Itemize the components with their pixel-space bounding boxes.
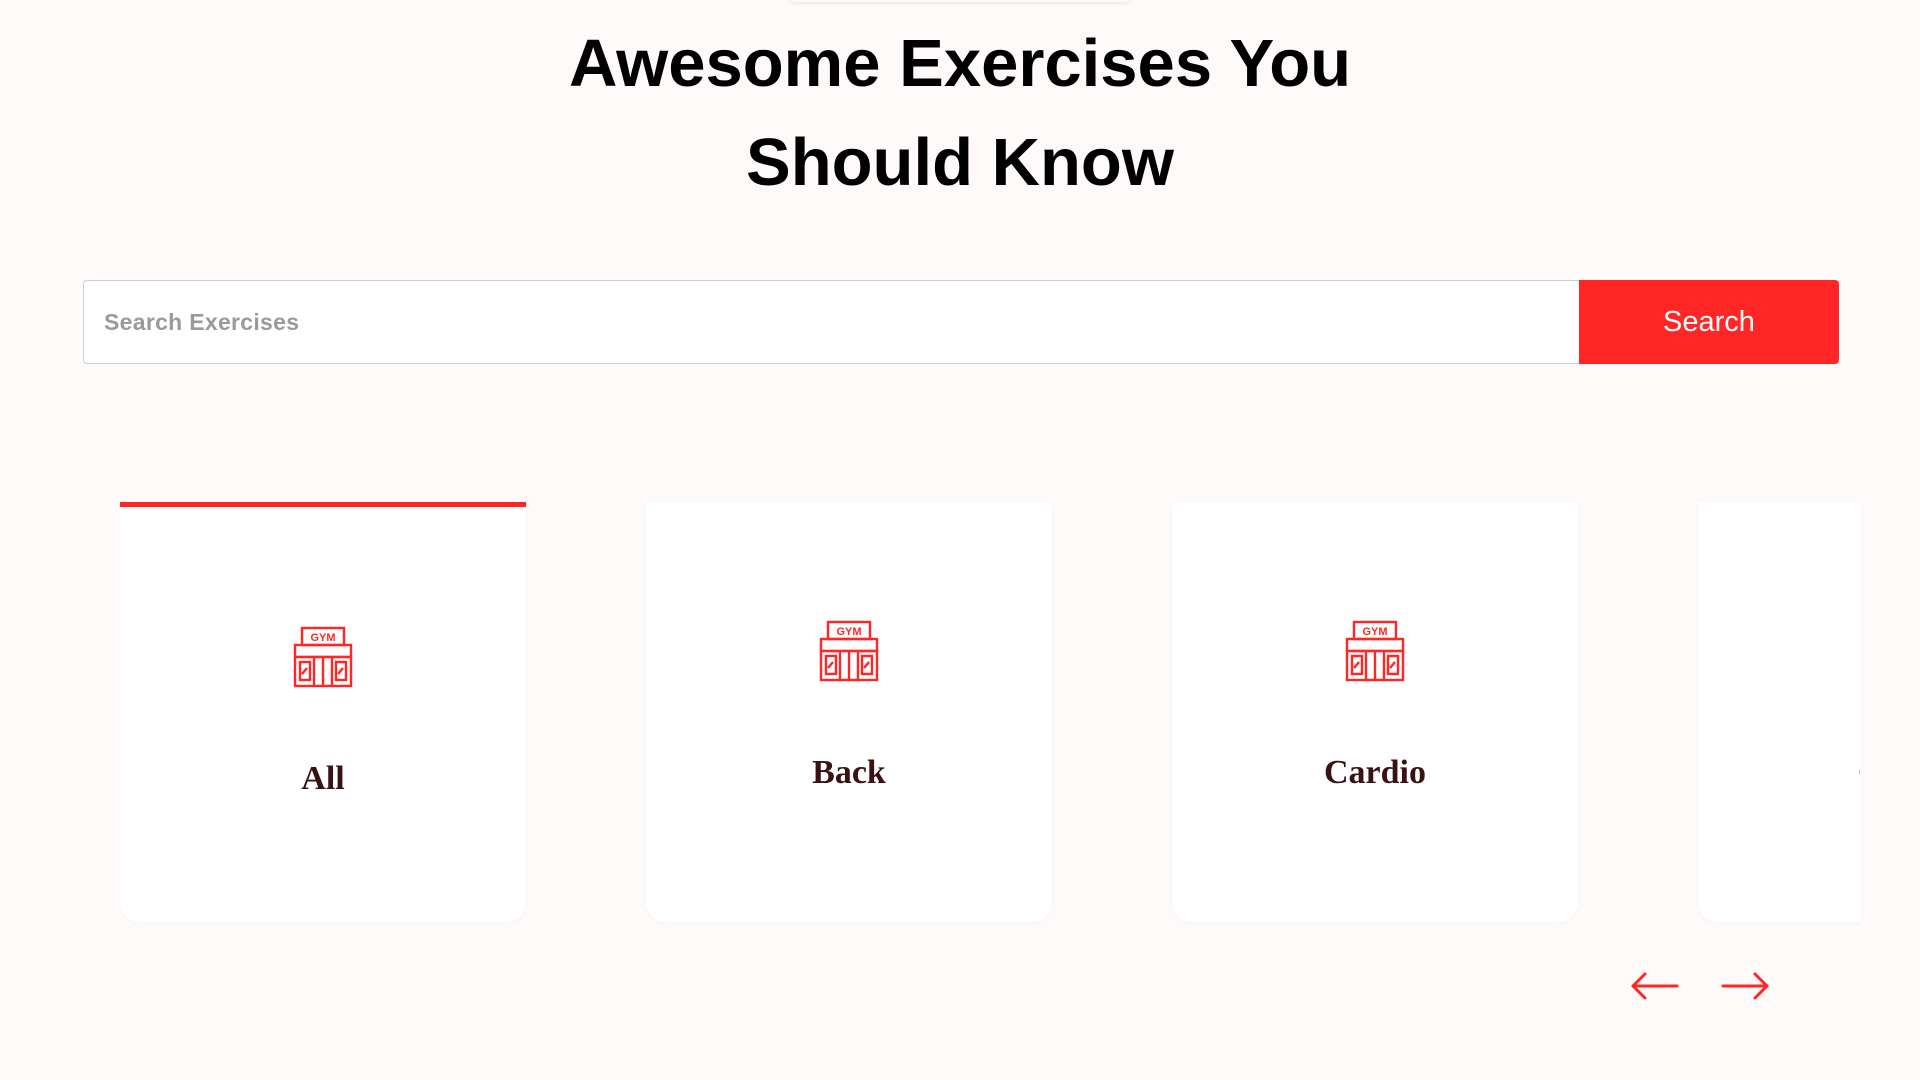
carousel-nav [1630, 966, 1770, 1006]
page-title-line-2: Should Know [746, 125, 1174, 200]
category-label: Back [812, 754, 886, 791]
category-card-back[interactable]: GYM Back [646, 502, 1052, 922]
category-label: All [301, 760, 345, 797]
category-carousel: GYM All GYM Back GYM Cardio [120, 500, 1860, 930]
page-title-line-1: Awesome Exercises You [568, 26, 1352, 101]
category-card-all[interactable]: GYM All [120, 502, 526, 922]
svg-text:GYM: GYM [310, 632, 335, 644]
page-title: Awesome Exercises You Should Know [0, 14, 1920, 212]
gym-icon: GYM [819, 620, 879, 682]
search-button[interactable]: Search [1579, 280, 1839, 364]
gym-icon: GYM [293, 626, 353, 688]
gym-icon: GYM [1345, 620, 1405, 682]
arrow-right-icon[interactable] [1720, 966, 1770, 1006]
category-card-cardio[interactable]: GYM Cardio [1172, 502, 1578, 922]
svg-text:GYM: GYM [836, 626, 861, 638]
search-input[interactable] [83, 280, 1579, 364]
category-card-partial[interactable]: C [1698, 502, 1860, 922]
category-label: C [1858, 754, 1860, 792]
svg-text:GYM: GYM [1362, 626, 1387, 638]
category-label: Cardio [1324, 754, 1426, 791]
arrow-left-icon[interactable] [1630, 966, 1680, 1006]
search-bar: Search [83, 280, 1839, 364]
top-edge-shadow [790, 0, 1130, 2]
